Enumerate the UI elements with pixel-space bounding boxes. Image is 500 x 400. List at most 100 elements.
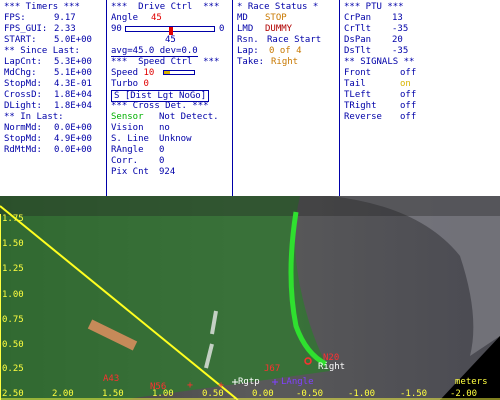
y-tick-label: 1.75 [2, 214, 24, 224]
angle-slider[interactable] [125, 26, 215, 35]
turbo-value: 0 [143, 79, 149, 89]
fps-label: FPS: [4, 13, 26, 23]
signals-header: ** SIGNALS ** [344, 57, 415, 67]
fps-gui-label: FPS_GUI: [4, 24, 48, 34]
ptu-header: *** PTU *** [344, 2, 404, 12]
signal-value: off [400, 68, 417, 78]
x-axis-unit: meters [455, 377, 488, 387]
cross-value: 0 [159, 156, 165, 166]
x-tick-label: -1.00 [348, 389, 376, 399]
start-value: 5.0E+00 [54, 35, 92, 45]
lmd-label: LMD [237, 24, 254, 34]
status-panels: *** Timers *** FPS: 9.17 FPS_GUI: 2.33 S… [0, 0, 500, 196]
cross-value: 924 [159, 167, 176, 177]
j67-marker-label: J67 [264, 364, 281, 374]
cross-row: S. Line Unknow [111, 134, 228, 145]
turbo-row: Turbo 0 [111, 79, 228, 90]
y-tick-label: 1.50 [2, 239, 24, 249]
signal-value: off [400, 101, 417, 111]
inlast-row: StopMd: 4.9E+00 [4, 134, 102, 145]
dist-row: S [Dist Lgt NoGo] [111, 90, 228, 102]
signal-label: TRight [344, 101, 377, 111]
ptu-row: CrTlt -35 [344, 24, 496, 35]
inlast-label: NormMd: [4, 123, 42, 133]
cross-row: Pix Cnt 924 [111, 167, 228, 178]
angle-label: Angle [111, 13, 139, 23]
angle-slider-knob[interactable] [169, 27, 173, 35]
top-shade [0, 196, 500, 216]
since-value: 4.3E-01 [54, 79, 92, 89]
inlast-value: 0.0E+00 [54, 145, 92, 155]
timers-panel: *** Timers *** FPS: 9.17 FPS_GUI: 2.33 S… [0, 0, 107, 196]
n20-marker-label: N20 [323, 353, 340, 363]
y-tick-label: 1.25 [2, 264, 24, 274]
start-label: START: [4, 35, 37, 45]
a43-marker-label: A43 [103, 374, 120, 384]
md-label: MD [237, 13, 248, 23]
speed-ctrl-header: *** Speed Ctrl *** [111, 57, 220, 67]
slider-min-label: 90 [111, 24, 122, 34]
since-row: DLight: 1.8E+04 [4, 101, 102, 112]
turbo-label: Turbo [111, 79, 139, 89]
signal-row: Reverse off [344, 112, 496, 123]
inlast-label: StopMd: [4, 134, 42, 144]
x-tick-label: -1.50 [400, 389, 428, 399]
cross-row: Corr. 0 [111, 156, 228, 167]
fps-value: 9.17 [54, 13, 76, 23]
ptu-label: DsPan [344, 35, 372, 45]
rgtp-marker-label: Rgtp [238, 377, 260, 387]
fps-gui-row: FPS_GUI: 2.33 [4, 24, 102, 35]
drive-ctrl-panel: *** Drive Ctrl *** Angle 45 90 0 45 avg=… [107, 0, 233, 196]
since-label: CrossD: [4, 90, 42, 100]
speed-bar-fill [163, 71, 170, 74]
md-value: STOP [265, 13, 287, 23]
since-label: MdChg: [4, 68, 37, 78]
race-status-panel: * Race Status * MD STOP LMD DUMMY Rsn. R… [233, 0, 340, 196]
fps-row: FPS: 9.17 [4, 13, 102, 24]
ptu-value: -35 [392, 24, 409, 34]
ptu-label: CrPan [344, 13, 372, 23]
speed-value: 10 [143, 68, 155, 78]
signal-row: Tail on [344, 79, 496, 90]
camera-track-view[interactable]: + + 1.75 1.50 1.25 1.00 0.75 0.50 0.25 2… [0, 196, 500, 400]
cross-row: Vision no [111, 123, 228, 134]
ptu-row: CrPan 13 [344, 13, 496, 24]
signal-label: Front [344, 68, 372, 78]
rsn-row: Rsn. Race Start [237, 35, 335, 46]
since-value: 1.8E+04 [54, 90, 92, 100]
take-value: Right [271, 57, 299, 67]
sensor-label: Sensor [111, 112, 144, 122]
sensor-row: Sensor Not Detect. [111, 112, 228, 123]
track-overlay: + + [0, 196, 500, 400]
signal-row: TLeft off [344, 90, 496, 101]
signal-value: off [400, 90, 417, 100]
signal-label: Tail [344, 79, 366, 89]
angle-row: Angle 45 [111, 13, 228, 24]
slider-max-label: 0 [219, 24, 225, 34]
angle-value: 45 [151, 13, 162, 23]
take-label: Take: [237, 57, 265, 67]
speed-bar[interactable] [162, 70, 195, 75]
y-tick-label: 1.00 [2, 290, 24, 300]
cross-label: S. Line [111, 134, 149, 144]
start-row: START: 5.0E+00 [4, 35, 102, 46]
angle-slider-row: 90 0 [111, 24, 228, 35]
slider-value-row: 45 [111, 35, 228, 46]
fps-gui-value: 2.33 [54, 24, 76, 34]
x-tick-label: -2.00 [450, 389, 478, 399]
x-tick-label: 2.00 [52, 389, 74, 399]
speed-label: Speed [111, 68, 139, 78]
lmd-row: LMD DUMMY [237, 24, 335, 35]
since-value: 5.3E+00 [54, 57, 92, 67]
dist-light-box: S [Dist Lgt NoGo] [111, 90, 210, 102]
since-value: 5.1E+00 [54, 68, 92, 78]
avg-dev-text: avg=45.0 dev=0.0 [111, 46, 198, 57]
speed-row: Speed 10 [111, 68, 228, 79]
lap-row: Lap: 0 of 4 [237, 46, 335, 57]
inlast-label: RdMtMd: [4, 145, 42, 155]
x-tick-label: 0.00 [252, 389, 274, 399]
cross-label: Corr. [111, 156, 139, 166]
race-status-header: * Race Status * [237, 2, 319, 12]
avg-row: avg=45.0 dev=0.0 [111, 46, 228, 57]
ptu-value: -35 [392, 46, 409, 56]
